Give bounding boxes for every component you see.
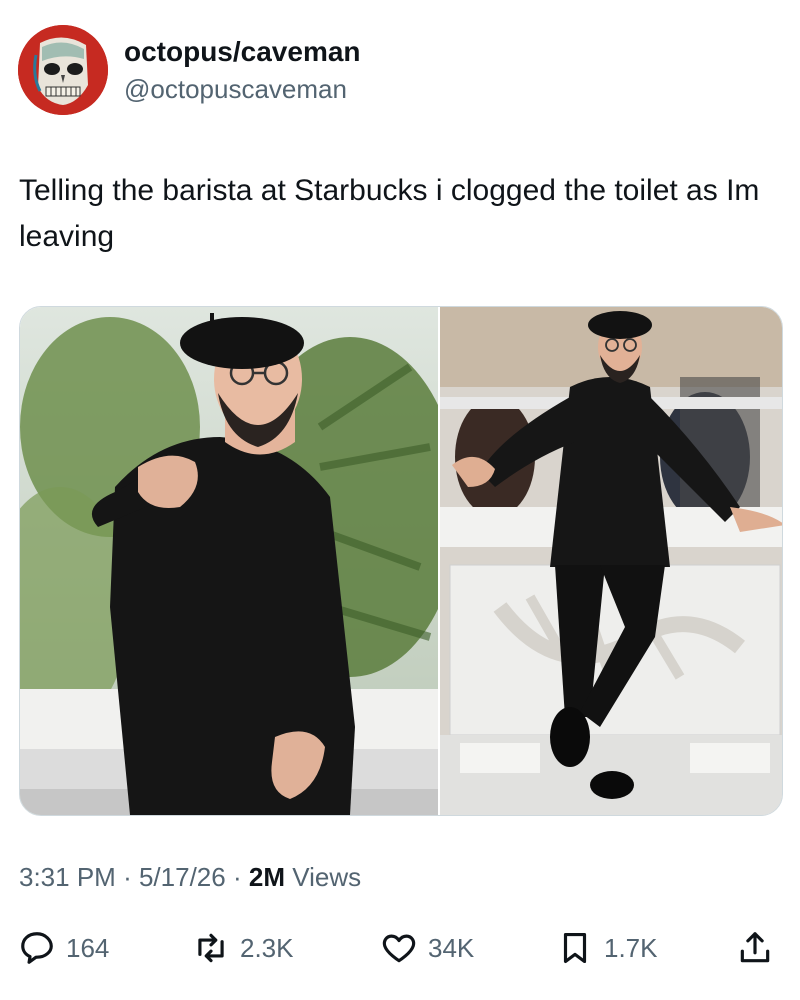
views-label: Views [292, 862, 362, 892]
photo-left[interactable] [20, 307, 438, 815]
author-display-name[interactable]: octopus/caveman [124, 36, 361, 68]
like-count: 34K [428, 932, 475, 963]
heart-icon [382, 934, 416, 963]
like-button[interactable]: 34K [380, 920, 474, 976]
repost-count: 2.3K [240, 932, 294, 963]
meta-separator: · [232, 862, 242, 892]
skull-face-avatar-icon [18, 25, 108, 115]
action-bar: 164 2.3K 34K 1.7K [0, 920, 800, 976]
views-count: 2M [248, 862, 285, 892]
photo-right[interactable] [440, 307, 782, 815]
author-avatar[interactable] [18, 25, 108, 115]
share-icon [740, 932, 770, 963]
tweet-time[interactable]: 3:31 PM [19, 862, 116, 892]
bookmark-button[interactable]: 1.7K [556, 920, 658, 976]
repost-icon [198, 933, 224, 963]
reply-bubble-icon [21, 932, 53, 964]
photo-posing-man [440, 307, 782, 815]
photo-pointing-man [20, 307, 438, 815]
bookmark-count: 1.7K [604, 932, 658, 963]
meta-separator: · [123, 862, 132, 892]
reply-count: 164 [66, 932, 110, 963]
tweet-date[interactable]: 5/17/26 [139, 862, 226, 892]
tweet-meta: 3:31 PM · 5/17/26 · 2M Views [19, 862, 361, 893]
bookmark-icon [563, 932, 587, 964]
author-handle[interactable]: @octopuscaveman [124, 74, 347, 105]
tweet-media[interactable] [19, 306, 783, 816]
tweet-text: Telling the barista at Starbucks i clogg… [19, 174, 760, 253]
reply-button[interactable]: 164 [18, 920, 109, 976]
share-button[interactable] [736, 920, 774, 976]
repost-button[interactable]: 2.3K [192, 920, 294, 976]
